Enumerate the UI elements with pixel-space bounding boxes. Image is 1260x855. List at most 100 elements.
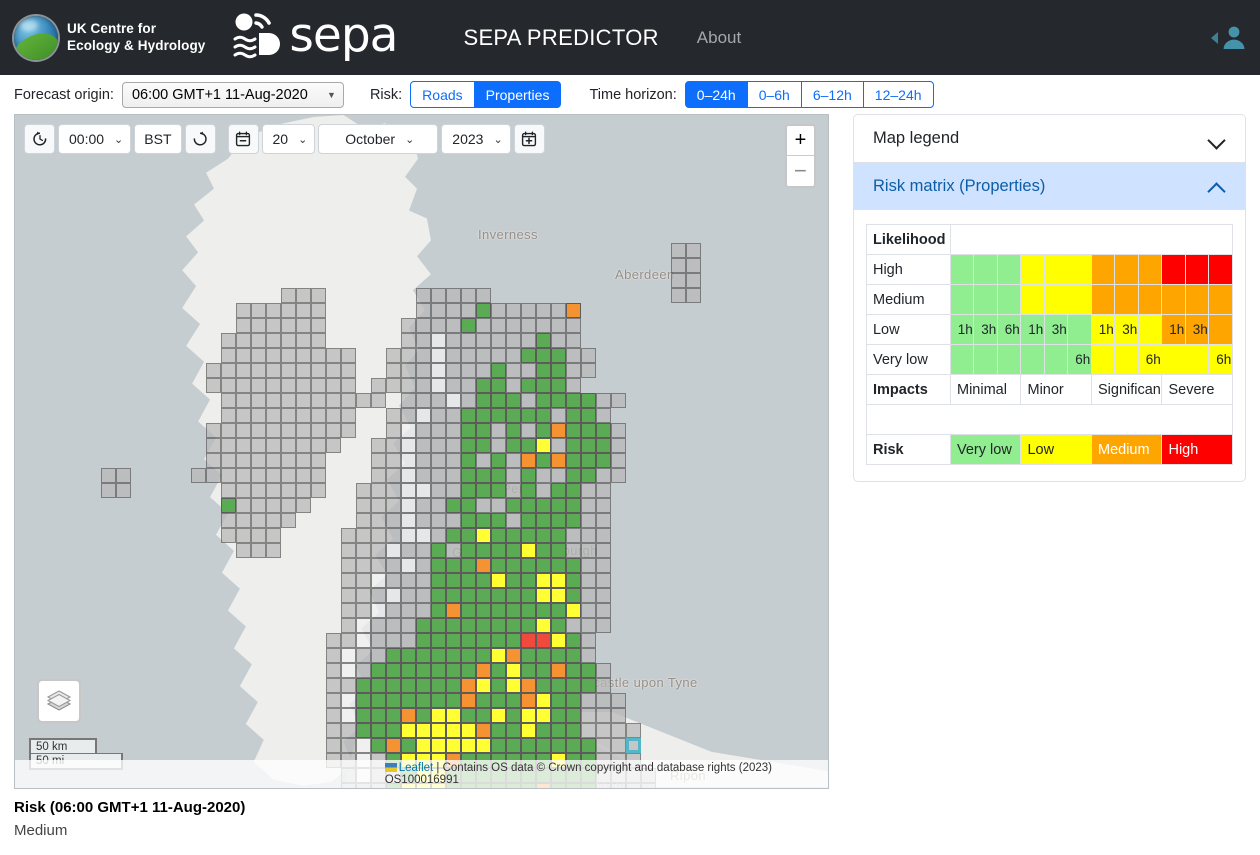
map-grid-cell[interactable] bbox=[431, 663, 446, 678]
map-grid-cell[interactable] bbox=[521, 528, 536, 543]
map-grid-cell[interactable] bbox=[281, 318, 296, 333]
map-grid-cell[interactable] bbox=[566, 603, 581, 618]
map-grid-cell[interactable] bbox=[581, 468, 596, 483]
map-grid-cell[interactable] bbox=[236, 303, 251, 318]
map-grid-cell[interactable] bbox=[236, 543, 251, 558]
map-grid-cell[interactable] bbox=[431, 648, 446, 663]
map-grid-cell[interactable] bbox=[386, 723, 401, 738]
map-grid-cell[interactable] bbox=[386, 663, 401, 678]
map-grid-cell[interactable] bbox=[341, 378, 356, 393]
map-grid-cell[interactable] bbox=[446, 738, 461, 753]
map-grid-cell[interactable] bbox=[386, 588, 401, 603]
map-grid-cell[interactable] bbox=[491, 723, 506, 738]
map-grid-cell[interactable] bbox=[401, 648, 416, 663]
map-grid-cell[interactable] bbox=[431, 693, 446, 708]
map-grid-cell[interactable] bbox=[521, 333, 536, 348]
map-grid-cell[interactable] bbox=[221, 348, 236, 363]
map-grid-cell[interactable] bbox=[371, 708, 386, 723]
map-grid-cell[interactable] bbox=[341, 363, 356, 378]
map-grid-cell[interactable] bbox=[581, 438, 596, 453]
map-grid-cell[interactable] bbox=[521, 633, 536, 648]
map-grid-cell[interactable] bbox=[416, 483, 431, 498]
map-grid-cell[interactable] bbox=[551, 588, 566, 603]
map-grid-cell[interactable] bbox=[266, 438, 281, 453]
map-grid-cell[interactable] bbox=[251, 363, 266, 378]
map-grid-cell[interactable] bbox=[491, 648, 506, 663]
map-grid-cell[interactable] bbox=[506, 738, 521, 753]
map-grid-cell[interactable] bbox=[566, 738, 581, 753]
map-grid-cell[interactable] bbox=[551, 348, 566, 363]
map-grid-cell[interactable] bbox=[431, 423, 446, 438]
map-grid-cell[interactable] bbox=[311, 483, 326, 498]
map-grid-cell[interactable] bbox=[491, 423, 506, 438]
map-grid-cell[interactable] bbox=[566, 498, 581, 513]
map-grid-cell[interactable] bbox=[431, 498, 446, 513]
map-grid-cell[interactable] bbox=[266, 393, 281, 408]
map-grid-cell[interactable] bbox=[296, 333, 311, 348]
map-grid-cell[interactable] bbox=[521, 738, 536, 753]
map-grid-cell[interactable] bbox=[371, 393, 386, 408]
map-grid-cell[interactable] bbox=[371, 573, 386, 588]
map-grid-cell[interactable] bbox=[356, 618, 371, 633]
map-grid-cell[interactable] bbox=[506, 678, 521, 693]
map-grid-cell[interactable] bbox=[341, 423, 356, 438]
map-grid-cell[interactable] bbox=[431, 738, 446, 753]
map-grid-cell[interactable] bbox=[251, 408, 266, 423]
map-grid-cell[interactable] bbox=[536, 318, 551, 333]
map-grid-cell[interactable] bbox=[566, 393, 581, 408]
map-grid-cell[interactable] bbox=[581, 543, 596, 558]
map-grid-cell[interactable] bbox=[611, 438, 626, 453]
map-grid-cell[interactable] bbox=[401, 663, 416, 678]
map-grid-cell[interactable] bbox=[461, 483, 476, 498]
map-grid-cell[interactable] bbox=[371, 588, 386, 603]
map-grid-cell[interactable] bbox=[206, 423, 221, 438]
map-grid-cell[interactable] bbox=[281, 423, 296, 438]
map-grid-cell[interactable] bbox=[221, 393, 236, 408]
map-grid-cell[interactable] bbox=[281, 333, 296, 348]
map-grid-cell[interactable] bbox=[566, 363, 581, 378]
map-grid-cell[interactable] bbox=[446, 303, 461, 318]
map-grid-cell[interactable] bbox=[311, 288, 326, 303]
map-grid-cell[interactable] bbox=[446, 393, 461, 408]
map-grid-cell[interactable] bbox=[506, 468, 521, 483]
map-grid-cell[interactable] bbox=[251, 453, 266, 468]
map-grid-cell[interactable] bbox=[401, 438, 416, 453]
map-grid-cell[interactable] bbox=[221, 408, 236, 423]
map-grid-cell[interactable] bbox=[596, 573, 611, 588]
map-grid-cell[interactable] bbox=[266, 468, 281, 483]
map-grid-cell[interactable] bbox=[551, 333, 566, 348]
map-grid-cell[interactable] bbox=[416, 363, 431, 378]
map-grid-cell[interactable] bbox=[551, 678, 566, 693]
map-grid-cell[interactable] bbox=[566, 618, 581, 633]
map-grid-cell[interactable] bbox=[401, 468, 416, 483]
map-grid-cell[interactable] bbox=[221, 498, 236, 513]
map-grid-cell[interactable] bbox=[206, 363, 221, 378]
map-grid-cell[interactable] bbox=[341, 408, 356, 423]
map-grid-cell[interactable] bbox=[386, 618, 401, 633]
forecast-origin-select[interactable]: 06:00 GMT+1 11-Aug-2020 ▼ bbox=[121, 81, 344, 108]
map-grid-cell[interactable] bbox=[401, 543, 416, 558]
map-grid-cell[interactable] bbox=[296, 408, 311, 423]
map-grid-cell[interactable] bbox=[596, 618, 611, 633]
map-grid-cell[interactable] bbox=[506, 333, 521, 348]
map-grid-cell[interactable] bbox=[476, 363, 491, 378]
map-grid-cell[interactable] bbox=[476, 663, 491, 678]
map-grid-cell[interactable] bbox=[431, 678, 446, 693]
map-grid-cell[interactable] bbox=[536, 558, 551, 573]
map-grid-cell[interactable] bbox=[551, 618, 566, 633]
map-grid-cell[interactable] bbox=[521, 513, 536, 528]
map-grid-cell[interactable] bbox=[401, 363, 416, 378]
map-grid-cell[interactable] bbox=[281, 393, 296, 408]
map-grid-cell[interactable] bbox=[521, 573, 536, 588]
map-grid-cell[interactable] bbox=[311, 468, 326, 483]
map-grid-cell[interactable] bbox=[581, 513, 596, 528]
map-grid-cell[interactable] bbox=[416, 663, 431, 678]
map-grid-cell[interactable] bbox=[671, 258, 686, 273]
map-grid-cell[interactable] bbox=[401, 633, 416, 648]
map-grid-cell[interactable] bbox=[416, 573, 431, 588]
map-grid-cell[interactable] bbox=[296, 468, 311, 483]
map-grid-cell[interactable] bbox=[611, 693, 626, 708]
map-grid-cell[interactable] bbox=[326, 348, 341, 363]
map-grid-cell[interactable] bbox=[521, 348, 536, 363]
map-grid-cell[interactable] bbox=[506, 558, 521, 573]
